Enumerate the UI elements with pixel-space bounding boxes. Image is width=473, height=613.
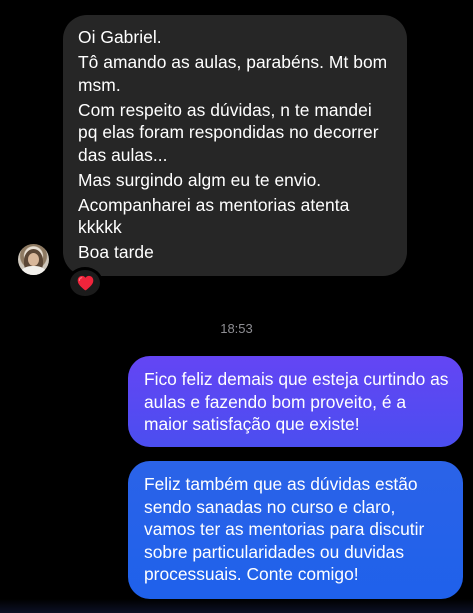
heart-reaction[interactable] <box>67 267 103 299</box>
heart-icon <box>77 275 93 291</box>
sender-avatar[interactable] <box>18 244 49 275</box>
message-line: Boa tarde <box>78 242 154 262</box>
message-line: Com respeito as dúvidas, n te mandei pq … <box>78 99 379 165</box>
message-line: Acompanharei as mentorias atenta kkkkk <box>78 194 350 238</box>
avatar-shirt <box>21 266 46 275</box>
message-line: Mas surgindo algm eu te envio. <box>78 169 322 190</box>
outgoing-message-bubble[interactable]: Fico feliz demais que esteja curtindo as… <box>128 356 463 447</box>
message-timestamp: 18:53 <box>220 321 253 336</box>
direct-message-thread: Oi Gabriel. Tô amando as aulas, parabéns… <box>0 0 473 613</box>
incoming-message-bubble[interactable]: Oi Gabriel. Tô amando as aulas, parabéns… <box>63 15 407 276</box>
outgoing-message-bubble[interactable]: Feliz também que as dúvidas estão sendo … <box>128 461 463 599</box>
message-line: Tô amando as aulas, parabéns. Mt bom msm… <box>78 52 388 95</box>
composer-edge <box>0 599 473 613</box>
avatar-face <box>28 253 39 266</box>
message-line: Oi Gabriel. <box>78 27 162 47</box>
